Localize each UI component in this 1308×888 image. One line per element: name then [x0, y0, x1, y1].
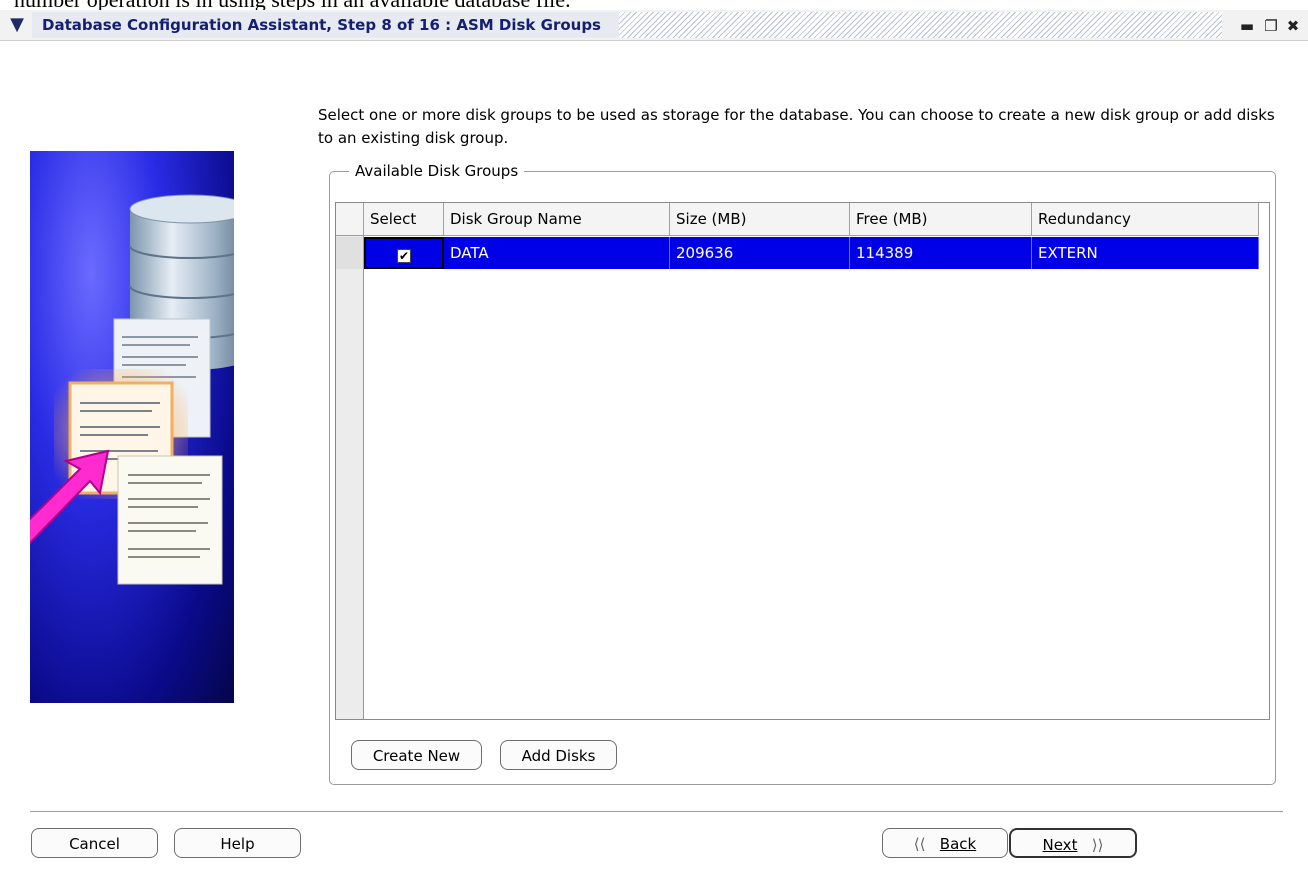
column-header-disk-group-name[interactable]: Disk Group Name	[444, 203, 670, 236]
table-row-header[interactable]	[336, 237, 364, 269]
table-cell-redundancy[interactable]: EXTERN	[1032, 237, 1259, 269]
table-cell-size[interactable]: 209636	[670, 237, 850, 269]
disk-groups-table[interactable]: Select Disk Group Name Size (MB) Free (M…	[335, 202, 1270, 720]
column-header-free[interactable]: Free (MB)	[850, 203, 1032, 236]
maximize-icon[interactable]: ❐	[1260, 15, 1282, 37]
divider	[30, 811, 1283, 813]
help-button[interactable]: Help	[174, 828, 301, 858]
add-disks-button[interactable]: Add Disks	[500, 740, 617, 770]
table-cell-free[interactable]: 114389	[850, 237, 1032, 269]
close-icon[interactable]: ✖	[1282, 15, 1304, 37]
next-button[interactable]: Next ⟩⟩	[1009, 828, 1137, 858]
create-new-button[interactable]: Create New	[351, 740, 482, 770]
window-titlebar[interactable]: ▼ Database Configuration Assistant, Step…	[0, 10, 1308, 41]
back-button-label: Back	[939, 835, 977, 853]
database-illustration	[30, 151, 234, 703]
table-cell-name[interactable]: DATA	[444, 237, 670, 269]
instructions-text: Select one or more disk groups to be use…	[318, 106, 1275, 147]
minimize-icon[interactable]: ▬	[1236, 15, 1258, 37]
background-document-text: number operation is in using steps in an…	[0, 0, 1308, 10]
database-illustration-svg	[30, 194, 234, 585]
column-header-redundancy[interactable]: Redundancy	[1032, 203, 1259, 236]
title-area: Database Configuration Assistant, Step 8…	[32, 12, 1222, 38]
window-title: Database Configuration Assistant, Step 8…	[32, 12, 619, 38]
column-header-size[interactable]: Size (MB)	[670, 203, 850, 236]
available-disk-groups-label: Available Disk Groups	[349, 159, 525, 183]
table-corner	[336, 203, 364, 236]
row-header-column	[336, 203, 364, 719]
chevron-down-icon[interactable]: ▼	[4, 13, 30, 37]
back-button[interactable]: ⟨⟨ Back	[882, 828, 1008, 858]
double-chevron-right-icon: ⟩⟩	[1091, 836, 1104, 854]
select-checkbox-cell[interactable]: ✔	[364, 237, 444, 269]
double-chevron-left-icon: ⟨⟨	[913, 835, 926, 853]
cylinder-top	[129, 194, 234, 224]
select-checkbox[interactable]: ✔	[397, 249, 411, 263]
cancel-button[interactable]: Cancel	[31, 828, 158, 858]
next-button-label: Next	[1042, 836, 1078, 854]
column-header-select[interactable]: Select	[364, 203, 444, 236]
